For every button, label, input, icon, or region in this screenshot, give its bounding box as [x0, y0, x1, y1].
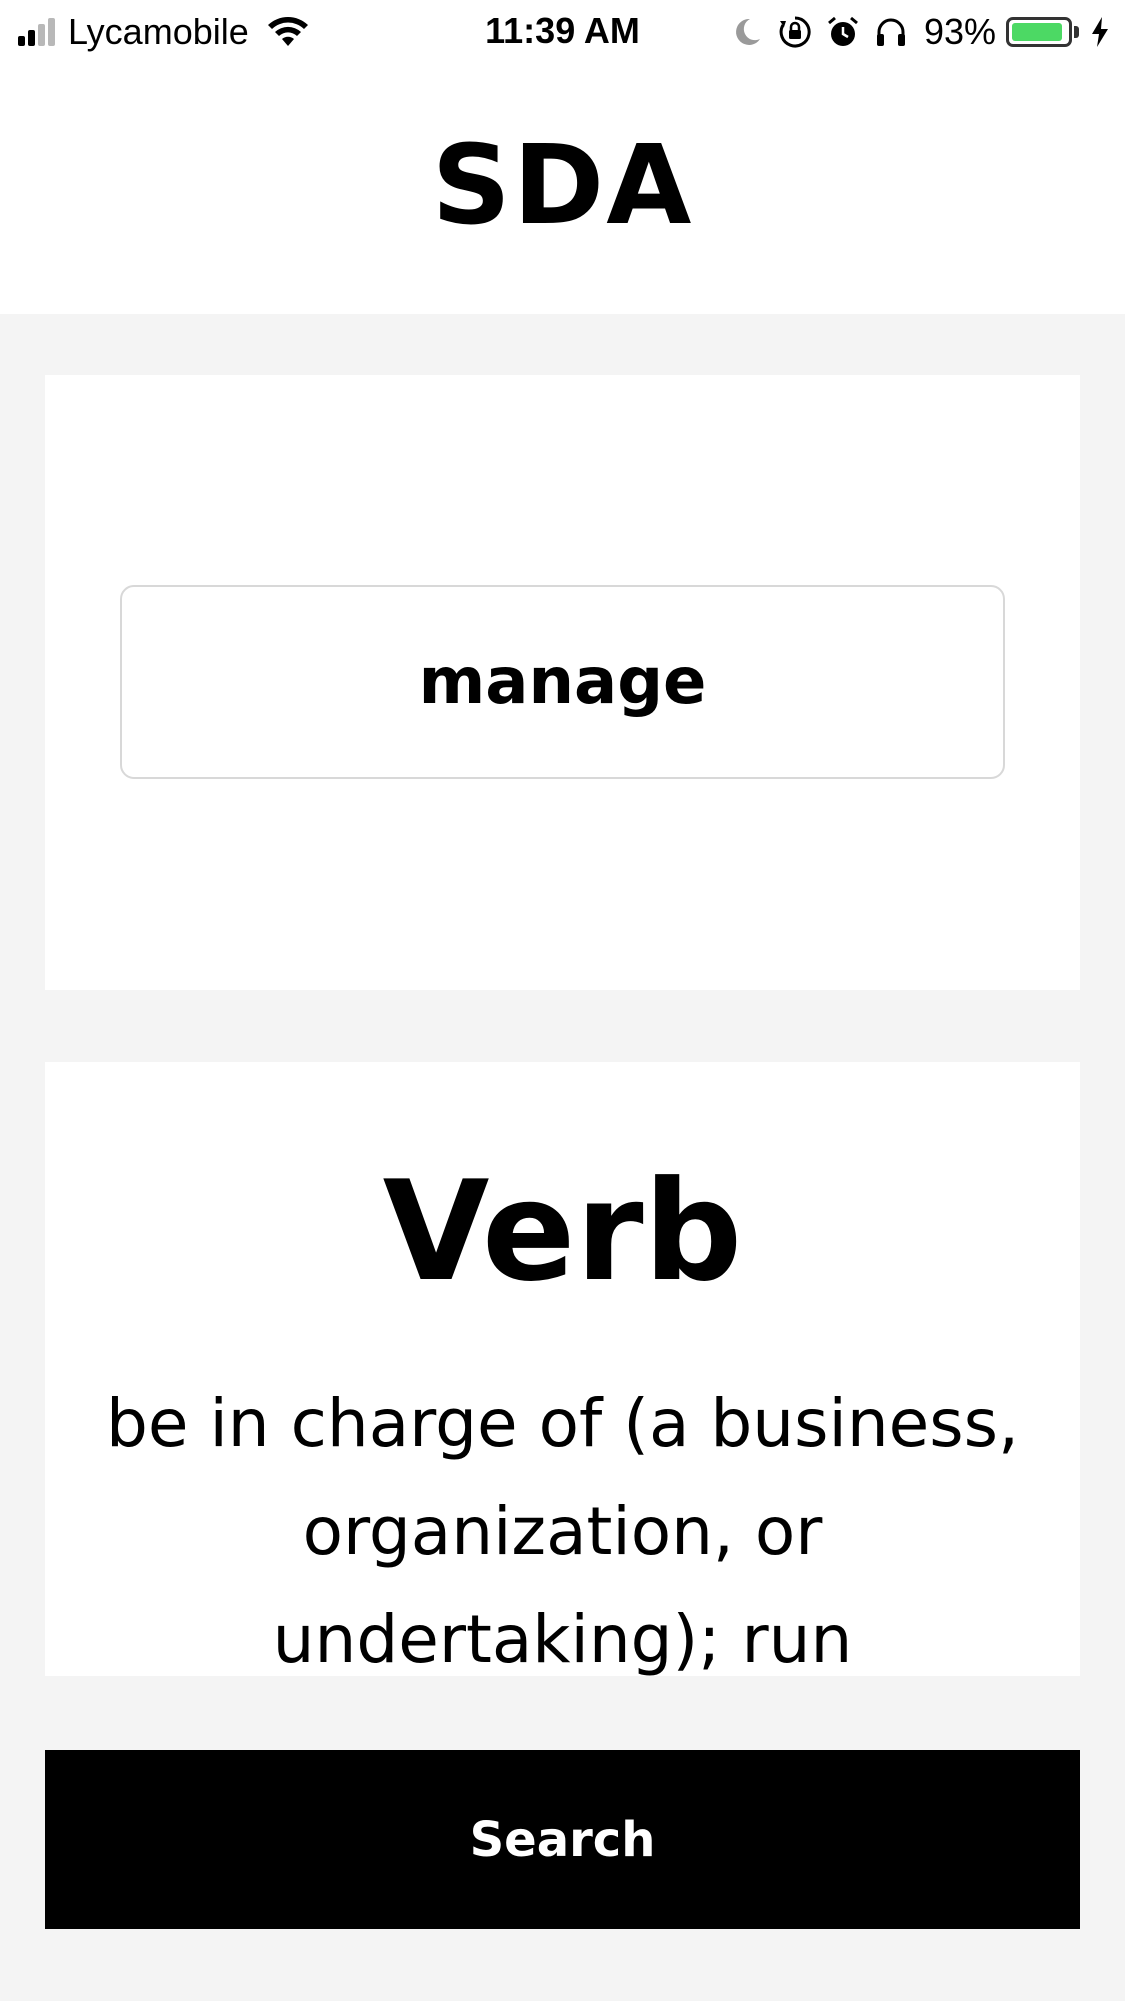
- app-title: SDA: [431, 121, 694, 249]
- search-input[interactable]: [120, 585, 1005, 779]
- rotation-lock-icon: [779, 16, 811, 48]
- battery-level-fill: [1012, 23, 1062, 41]
- status-bar: Lycamobile 11:39 AM 93%: [0, 0, 1125, 62]
- search-button[interactable]: Search: [45, 1750, 1080, 1929]
- definition-text: be in charge of (a business, organizatio…: [105, 1385, 1020, 1676]
- charging-bolt-icon: [1092, 17, 1108, 47]
- battery-icon: [1006, 17, 1072, 47]
- definition-card: Verb be in charge of (a business, organi…: [45, 1062, 1080, 1676]
- part-of-speech: Verb: [382, 1151, 743, 1312]
- headphones-icon: [876, 18, 905, 46]
- moon-icon: [736, 18, 760, 45]
- app-header: SDA: [0, 62, 1125, 314]
- status-right: 93%: [716, 10, 1111, 54]
- battery-nub: [1074, 26, 1079, 38]
- alarm-icon: [827, 16, 858, 46]
- battery-percent: 93%: [923, 11, 996, 52]
- search-card: [45, 375, 1080, 990]
